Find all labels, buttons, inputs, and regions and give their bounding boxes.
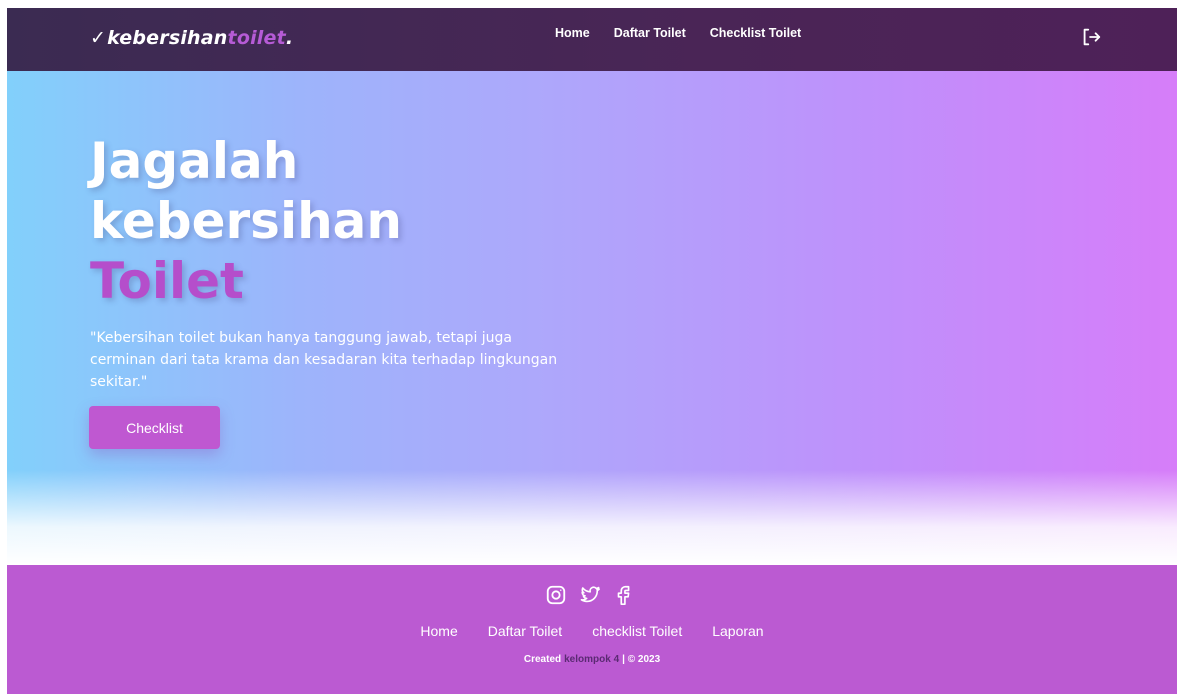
credit-suffix: | © 2023 (622, 654, 661, 665)
footer-credit: Created kelompok 4 | © 2023 (7, 654, 1177, 665)
nav-link-home[interactable]: Home (555, 26, 590, 40)
credit-prefix: Created (523, 654, 562, 665)
page: ✓kebersihantoilet. Home Daftar Toilet Ch… (7, 8, 1177, 694)
nav-link-daftar-toilet[interactable]: Daftar Toilet (614, 26, 686, 40)
brand-dot: . (285, 27, 294, 49)
facebook-icon[interactable] (613, 584, 635, 606)
footer: Home Daftar Toilet checklist Toilet Lapo… (7, 565, 1177, 694)
hero-title: Jagalah kebersihan Toilet (90, 131, 402, 311)
brand-accent-text: toilet (227, 27, 286, 49)
footer-link-daftar-toilet[interactable]: Daftar Toilet (488, 623, 562, 639)
brand-logo[interactable]: ✓kebersihantoilet. (90, 27, 293, 49)
footer-links: Home Daftar Toilet checklist Toilet Lapo… (7, 623, 1177, 639)
twitter-icon[interactable] (579, 584, 601, 606)
footer-link-checklist-toilet[interactable]: checklist Toilet (592, 623, 682, 639)
hero-quote: "Kebersihan toilet bukan hanya tanggung … (90, 330, 558, 390)
hero-title-accent: Toilet (90, 252, 244, 310)
credit-team: kelompok 4 (564, 654, 620, 665)
logout-icon[interactable] (1080, 26, 1102, 48)
brand-check-icon: ✓ (90, 27, 107, 49)
social-links (545, 584, 635, 606)
checklist-button[interactable]: Checklist (89, 406, 220, 449)
nav-links: Home Daftar Toilet Checklist Toilet (555, 26, 801, 40)
hero-section: Jagalah kebersihan Toilet "Kebersihan to… (7, 71, 1177, 565)
instagram-icon[interactable] (545, 584, 567, 606)
hero-title-line1: Jagalah (90, 132, 299, 190)
navbar: ✓kebersihantoilet. Home Daftar Toilet Ch… (7, 8, 1177, 71)
brand-main-text: kebersihan (107, 27, 228, 49)
nav-link-checklist-toilet[interactable]: Checklist Toilet (710, 26, 801, 40)
hero-title-line2: kebersihan (90, 192, 403, 250)
hero-fade (7, 470, 1177, 565)
footer-link-home[interactable]: Home (420, 623, 457, 639)
footer-link-laporan[interactable]: Laporan (712, 623, 763, 639)
